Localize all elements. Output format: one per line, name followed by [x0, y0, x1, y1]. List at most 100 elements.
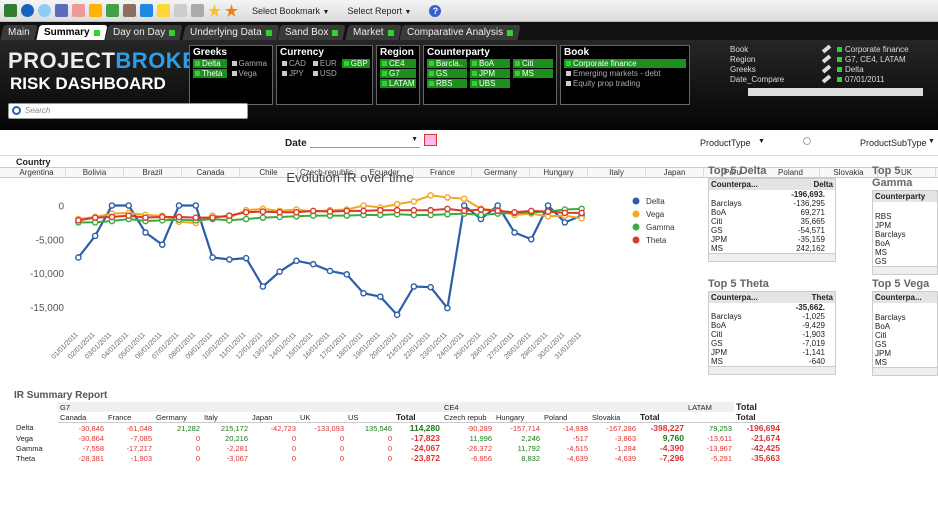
column-header[interactable]: Canada	[58, 412, 106, 423]
column-header[interactable]: Counterparty	[875, 192, 935, 201]
top5-row[interactable]: BoA -9,429	[709, 321, 835, 330]
top5-row[interactable]: MS	[873, 358, 937, 367]
export-icon[interactable]	[191, 4, 204, 17]
top5-row[interactable]: Barclays -136,295	[709, 199, 835, 208]
counterparty-item[interactable]: JPM	[470, 69, 510, 78]
counterparty-item[interactable]: BoA	[470, 59, 510, 68]
bookmark-star-icon[interactable]	[225, 4, 238, 17]
date-dropdown[interactable]: ▼	[310, 134, 420, 148]
counterparty-item[interactable]: Barcla..	[427, 59, 467, 68]
top5-row[interactable]: GS	[873, 257, 937, 266]
greeks-item[interactable]: Theta	[193, 69, 227, 78]
top5-header[interactable]: Counterparty	[873, 191, 937, 202]
region-item[interactable]: CE4	[380, 59, 417, 68]
top5-row[interactable]: JPM	[873, 349, 937, 358]
book-item[interactable]: Corporate finance	[564, 59, 686, 68]
calendar-icon[interactable]	[424, 134, 437, 146]
column-header[interactable]: Counterpa...	[711, 293, 812, 302]
column-header[interactable]: Slovakia	[590, 412, 638, 423]
lock-icon[interactable]	[89, 4, 102, 17]
group-header-ce4[interactable]: CE4	[442, 402, 686, 412]
top5-row[interactable]: Citi 35,665	[709, 217, 835, 226]
chart-icon[interactable]	[106, 4, 119, 17]
horizontal-scrollbar[interactable]	[709, 253, 835, 261]
book-item[interactable]: Emerging markets - debt	[564, 69, 686, 78]
tab-market[interactable]: Market	[345, 25, 401, 40]
column-header[interactable]: Czech repub	[442, 412, 494, 423]
column-header[interactable]: Counterpa...	[875, 293, 935, 302]
column-header[interactable]: UK	[298, 412, 346, 423]
column-header[interactable]: France	[106, 412, 154, 423]
counterparty-item[interactable]: MS	[513, 69, 553, 78]
counterparty-item[interactable]: RBS	[427, 79, 467, 88]
tab-comparative-analysis[interactable]: Comparative Analysis	[399, 25, 521, 40]
top5-row[interactable]: JPM -35,159	[709, 235, 835, 244]
column-header[interactable]: Italy	[202, 412, 250, 423]
top5-row[interactable]: BoA	[873, 322, 937, 331]
top5-header[interactable]: Counterpa... Theta	[709, 292, 835, 303]
table-row[interactable]: Theta -28,381 -1,903 0 -3,067 0 0 0 -23,872 -6,95…	[14, 453, 782, 463]
eraser-icon[interactable]	[821, 44, 832, 54]
column-header[interactable]: Total	[638, 412, 686, 423]
report-icon[interactable]	[157, 4, 170, 17]
currency-item[interactable]: JPY	[280, 69, 308, 78]
currency-item[interactable]: USD	[311, 69, 339, 78]
column-header[interactable]: Total	[394, 412, 442, 423]
top5-header[interactable]: Counterpa... Delta	[709, 179, 835, 190]
greeks-item[interactable]: Delta	[193, 59, 227, 68]
clear-icon[interactable]	[803, 137, 811, 145]
greeks-item[interactable]: Gamma	[230, 59, 269, 68]
eraser-icon[interactable]	[821, 64, 832, 74]
column-header[interactable]: Hungary	[494, 412, 542, 423]
product-subtype-dropdown[interactable]: ▼	[928, 138, 935, 145]
region-item[interactable]: G7	[380, 69, 417, 78]
column-header[interactable]: Germany	[154, 412, 202, 423]
column-header[interactable]: Total	[734, 412, 782, 423]
column-header[interactable]: Japan	[250, 412, 298, 423]
top5-row[interactable]: BoA 69,271	[709, 208, 835, 217]
counterparty-item[interactable]: Citi	[513, 59, 553, 68]
star-icon[interactable]	[208, 4, 221, 17]
tab-underlying-data[interactable]: Underlying Data	[181, 25, 279, 40]
table-row[interactable]: Delta -30,846 -61,048 21,282 215,172 -42,723 -…	[14, 423, 782, 433]
top5-row[interactable]: Barclays	[873, 230, 937, 239]
selections-scrollbar[interactable]	[748, 88, 923, 96]
group-header-g7[interactable]: G7	[58, 402, 442, 412]
top5-header[interactable]: Counterpa...	[873, 292, 937, 303]
top5-row[interactable]: Barclays	[873, 313, 937, 322]
horizontal-scrollbar[interactable]	[873, 266, 937, 274]
top5-row[interactable]: Barclays -1,025	[709, 312, 835, 321]
counterparty-item[interactable]: UBS	[470, 79, 510, 88]
top5-row[interactable]: JPM -1,141	[709, 348, 835, 357]
book-item[interactable]: Equity prop trading	[564, 79, 686, 88]
redo-icon[interactable]	[72, 4, 85, 17]
currency-item[interactable]: GBP	[341, 59, 370, 68]
horizontal-scrollbar[interactable]	[873, 367, 937, 375]
top5-row[interactable]: GS	[873, 340, 937, 349]
currency-item[interactable]: CAD	[280, 59, 308, 68]
top5-row[interactable]: BoA	[873, 239, 937, 248]
top5-row[interactable]: MS	[873, 248, 937, 257]
horizontal-scrollbar[interactable]	[709, 366, 835, 374]
print-icon[interactable]	[174, 4, 187, 17]
top5-row[interactable]: GS -54,571	[709, 226, 835, 235]
counterparty-item[interactable]: GS	[427, 69, 467, 78]
top5-row[interactable]: JPM	[873, 221, 937, 230]
tab-main[interactable]: Main	[0, 25, 38, 40]
reload-icon[interactable]	[21, 4, 34, 17]
bar-chart-icon[interactable]	[140, 4, 153, 17]
top5-row[interactable]: MS 242,162	[709, 244, 835, 253]
column-header[interactable]: US	[346, 412, 394, 423]
top5-row[interactable]: MS -640	[709, 357, 835, 366]
column-header[interactable]: Theta	[812, 293, 833, 302]
top5-row[interactable]: GS -7,019	[709, 339, 835, 348]
help-icon[interactable]: ?	[429, 4, 442, 17]
top5-row[interactable]: RBS	[873, 212, 937, 221]
top5-row[interactable]: Citi	[873, 331, 937, 340]
top5-row[interactable]: Citi -1,903	[709, 330, 835, 339]
select-report-dropdown[interactable]: Select Report ▼	[347, 6, 411, 16]
region-item[interactable]: LATAM	[380, 79, 417, 88]
eraser-icon[interactable]	[821, 54, 832, 64]
product-type-dropdown[interactable]: ▼	[758, 138, 765, 145]
select-bookmark-dropdown[interactable]: Select Bookmark ▼	[252, 6, 329, 16]
